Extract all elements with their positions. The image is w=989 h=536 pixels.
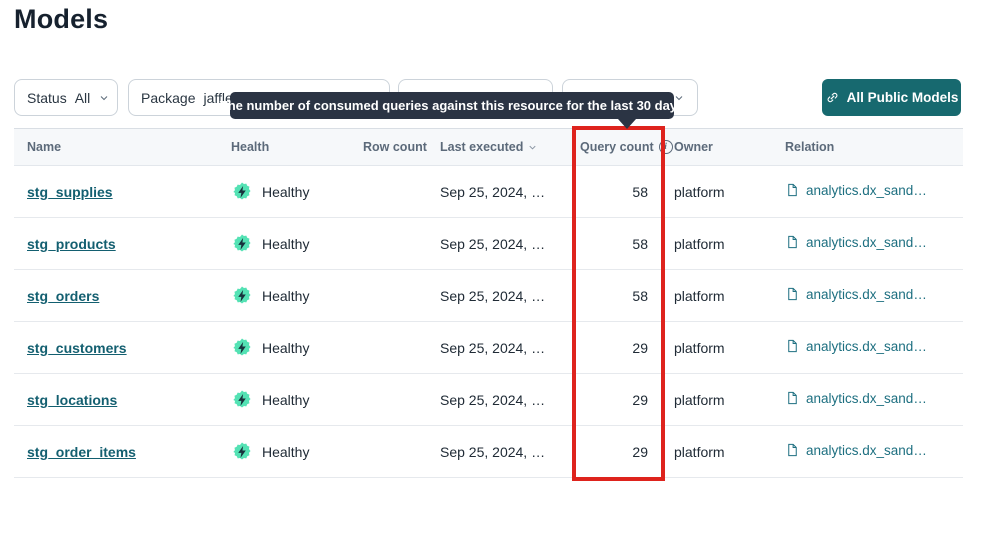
status-filter-dropdown[interactable]: Status All <box>14 79 118 116</box>
tooltip-text: The number of consumed queries against t… <box>220 98 685 113</box>
last-executed-value: Sep 25, 2024, … <box>440 184 580 200</box>
health-badge-icon <box>231 441 253 463</box>
document-icon <box>785 234 800 250</box>
models-page: Models Status All Package jaffle_ All Pu… <box>0 0 989 536</box>
owner-value: platform <box>674 392 785 408</box>
info-icon[interactable]: i <box>659 140 673 154</box>
model-name-link[interactable]: stg_order_items <box>27 444 136 460</box>
model-name-link[interactable]: stg_orders <box>27 288 99 304</box>
relation-value: analytics.dx_sand… <box>806 287 927 302</box>
package-filter-label: Package <box>141 90 195 106</box>
page-title: Models <box>14 4 108 35</box>
column-header-owner: Owner <box>674 140 785 154</box>
last-executed-header-label: Last executed <box>440 140 523 154</box>
chevron-down-icon <box>98 92 110 104</box>
relation-link[interactable]: analytics.dx_sand… <box>785 338 927 354</box>
model-name-link[interactable]: stg_supplies <box>27 184 113 200</box>
table-body: stg_supplies Healthy Sep 25, 2024, … 58 … <box>14 166 963 478</box>
relation-link[interactable]: analytics.dx_sand… <box>785 182 927 198</box>
query-count-value: 58 <box>580 236 674 252</box>
document-icon <box>785 390 800 406</box>
health-status-label: Healthy <box>262 340 309 356</box>
health-status-label: Healthy <box>262 392 309 408</box>
relation-link[interactable]: analytics.dx_sand… <box>785 286 927 302</box>
sort-chevron-icon <box>527 142 538 153</box>
health-status-label: Healthy <box>262 184 309 200</box>
relation-value: analytics.dx_sand… <box>806 443 927 458</box>
owner-value: platform <box>674 288 785 304</box>
owner-value: platform <box>674 340 785 356</box>
health-badge-icon <box>231 285 253 307</box>
column-header-relation: Relation <box>785 140 963 154</box>
relation-value: analytics.dx_sand… <box>806 183 927 198</box>
last-executed-value: Sep 25, 2024, … <box>440 236 580 252</box>
relation-link[interactable]: analytics.dx_sand… <box>785 234 927 250</box>
query-count-header-label: Query count <box>580 140 654 154</box>
models-table: Name Health Row count Last executed Quer… <box>14 128 963 478</box>
document-icon <box>785 286 800 302</box>
relation-value: analytics.dx_sand… <box>806 339 927 354</box>
query-count-value: 29 <box>580 392 674 408</box>
relation-link[interactable]: analytics.dx_sand… <box>785 442 927 458</box>
last-executed-value: Sep 25, 2024, … <box>440 288 580 304</box>
last-executed-value: Sep 25, 2024, … <box>440 340 580 356</box>
document-icon <box>785 338 800 354</box>
last-executed-value: Sep 25, 2024, … <box>440 444 580 460</box>
table-row: stg_order_items Healthy Sep 25, 2024, … … <box>14 426 963 478</box>
model-name-link[interactable]: stg_locations <box>27 392 117 408</box>
owner-value: platform <box>674 236 785 252</box>
query-count-value: 58 <box>580 288 674 304</box>
status-filter-value: All <box>75 90 91 106</box>
query-count-tooltip: The number of consumed queries against t… <box>230 92 674 119</box>
column-header-query-count: Query count i <box>580 140 674 154</box>
query-count-value: 29 <box>580 340 674 356</box>
table-row: stg_supplies Healthy Sep 25, 2024, … 58 … <box>14 166 963 218</box>
document-icon <box>785 442 800 458</box>
owner-value: platform <box>674 184 785 200</box>
owner-value: platform <box>674 444 785 460</box>
relation-value: analytics.dx_sand… <box>806 235 927 250</box>
model-name-link[interactable]: stg_products <box>27 236 116 252</box>
all-public-models-button[interactable]: All Public Models <box>822 79 961 116</box>
column-header-name: Name <box>14 140 231 154</box>
health-badge-icon <box>231 181 253 203</box>
model-name-link[interactable]: stg_customers <box>27 340 127 356</box>
link-icon <box>825 90 840 105</box>
column-header-row-count: Row count <box>363 140 440 154</box>
table-row: stg_customers Healthy Sep 25, 2024, … 29… <box>14 322 963 374</box>
health-badge-icon <box>231 233 253 255</box>
health-status-label: Healthy <box>262 444 309 460</box>
all-public-models-label: All Public Models <box>847 90 959 105</box>
health-badge-icon <box>231 389 253 411</box>
last-executed-value: Sep 25, 2024, … <box>440 392 580 408</box>
table-header-row: Name Health Row count Last executed Quer… <box>14 128 963 166</box>
health-status-label: Healthy <box>262 288 309 304</box>
table-row: stg_products Healthy Sep 25, 2024, … 58 … <box>14 218 963 270</box>
table-row: stg_locations Healthy Sep 25, 2024, … 29… <box>14 374 963 426</box>
table-row: stg_orders Healthy Sep 25, 2024, … 58 pl… <box>14 270 963 322</box>
column-header-last-executed[interactable]: Last executed <box>440 140 580 154</box>
status-filter-label: Status <box>27 90 67 106</box>
health-status-label: Healthy <box>262 236 309 252</box>
health-badge-icon <box>231 337 253 359</box>
query-count-value: 29 <box>580 444 674 460</box>
document-icon <box>785 182 800 198</box>
relation-value: analytics.dx_sand… <box>806 391 927 406</box>
column-header-health: Health <box>231 140 363 154</box>
relation-link[interactable]: analytics.dx_sand… <box>785 390 927 406</box>
query-count-value: 58 <box>580 184 674 200</box>
